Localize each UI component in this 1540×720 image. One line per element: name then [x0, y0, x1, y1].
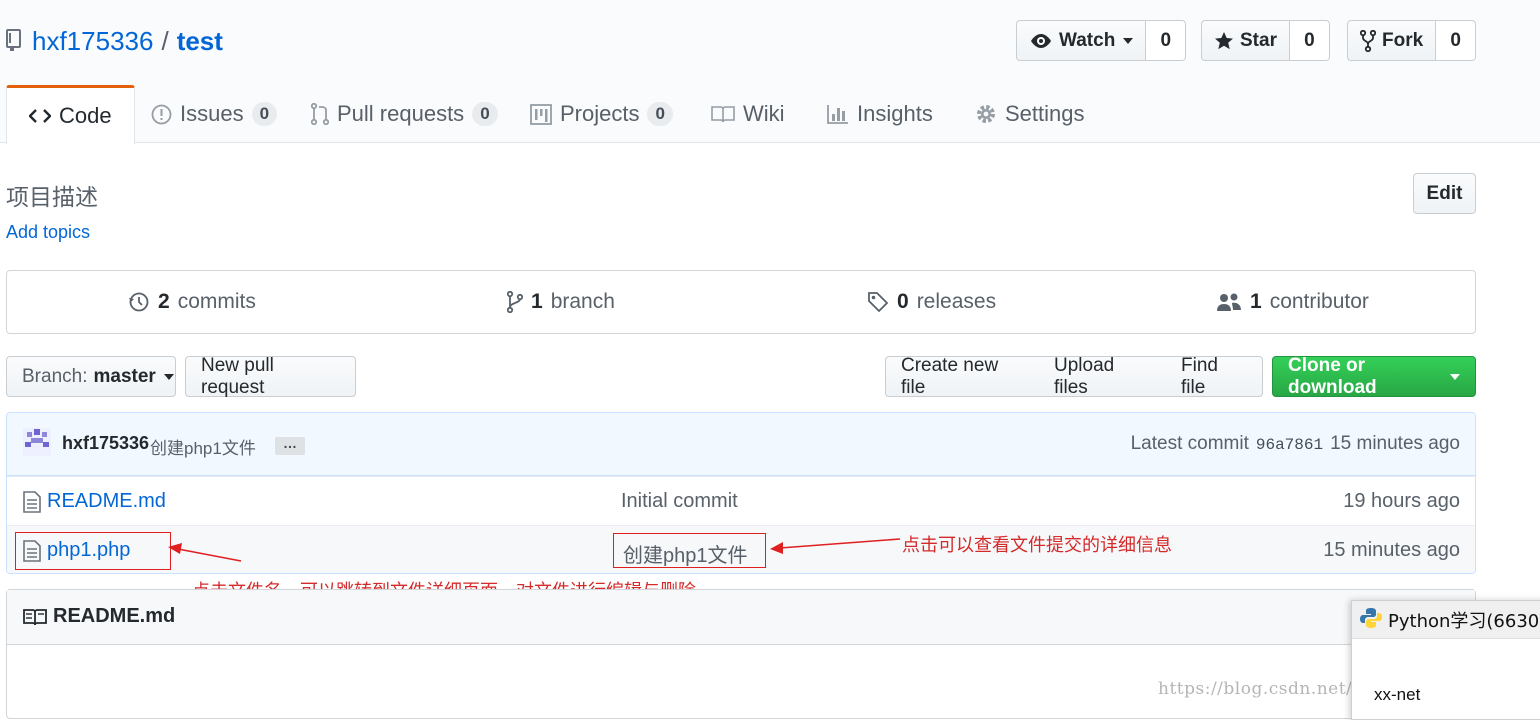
chat-popup-message: xx-net	[1374, 685, 1421, 704]
chat-popup-window[interactable]: Python学习(66303 xx-net	[1351, 600, 1540, 720]
book-icon	[23, 609, 47, 626]
readme-header: README.md	[7, 590, 1475, 645]
readme-panel: README.md	[6, 589, 1476, 719]
chat-popup-titlebar[interactable]: Python学习(66303	[1352, 601, 1540, 639]
chat-popup-title: Python学习(66303	[1388, 611, 1540, 632]
python-logo-icon	[1360, 608, 1382, 628]
commit-annotation: 点击可以查看文件提交的详细信息	[902, 535, 1172, 556]
readme-title: README.md	[53, 605, 176, 627]
